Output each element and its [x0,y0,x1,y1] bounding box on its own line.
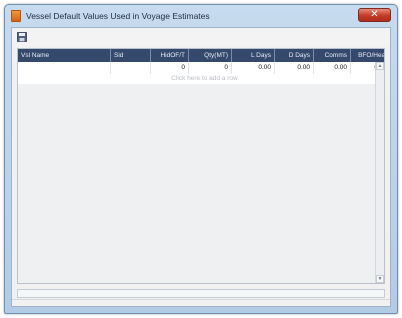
close-button[interactable]: ✕ [358,8,391,22]
column-header-d-days[interactable]: D Days [275,49,314,62]
vertical-scrollbar[interactable]: ▲ ▼ [375,62,384,283]
cell-d-days[interactable]: 0.00 [275,62,314,74]
add-row-link[interactable]: Click here to add a row [18,74,384,84]
floppy-disk-icon[interactable] [17,32,27,42]
column-header-comms[interactable]: Comms [314,49,351,62]
defaults-grid: Vsl Name Sid HidOF/T Qty(MT) L Days D Da… [17,48,385,284]
cell-hid-oft[interactable]: 0 [151,62,189,74]
column-header-vsl-name[interactable]: Vsl Name [18,49,111,62]
scroll-down-icon[interactable]: ▼ [376,275,384,283]
window-title: Vessel Default Values Used in Voyage Est… [26,11,210,21]
cell-l-days[interactable]: 0.00 [232,62,275,74]
dialog-body: Vsl Name Sid HidOF/T Qty(MT) L Days D Da… [11,27,391,307]
toolbar [12,28,390,46]
grid-header: Vsl Name Sid HidOF/T Qty(MT) L Days D Da… [18,49,384,62]
cell-vsl-name[interactable] [18,62,111,74]
cell-sid[interactable] [111,62,151,74]
column-header-hid-oft[interactable]: HidOF/T [151,49,189,62]
cell-comms[interactable]: 0.00 [314,62,351,74]
column-header-qty[interactable]: Qty(MT) [189,49,232,62]
column-header-sid[interactable]: Sid [111,49,151,62]
scroll-up-icon[interactable]: ▲ [376,62,384,70]
title-bar[interactable]: Vessel Default Values Used in Voyage Est… [5,5,397,27]
dialog-window: Vessel Default Values Used in Voyage Est… [4,4,398,314]
horizontal-scrollbar[interactable] [17,289,385,298]
cell-qty[interactable]: 0 [189,62,232,74]
column-header-bfo-heat[interactable]: BFO/Heat [351,49,384,62]
app-icon [11,10,21,22]
status-bar [12,299,390,306]
column-header-l-days[interactable]: L Days [232,49,275,62]
